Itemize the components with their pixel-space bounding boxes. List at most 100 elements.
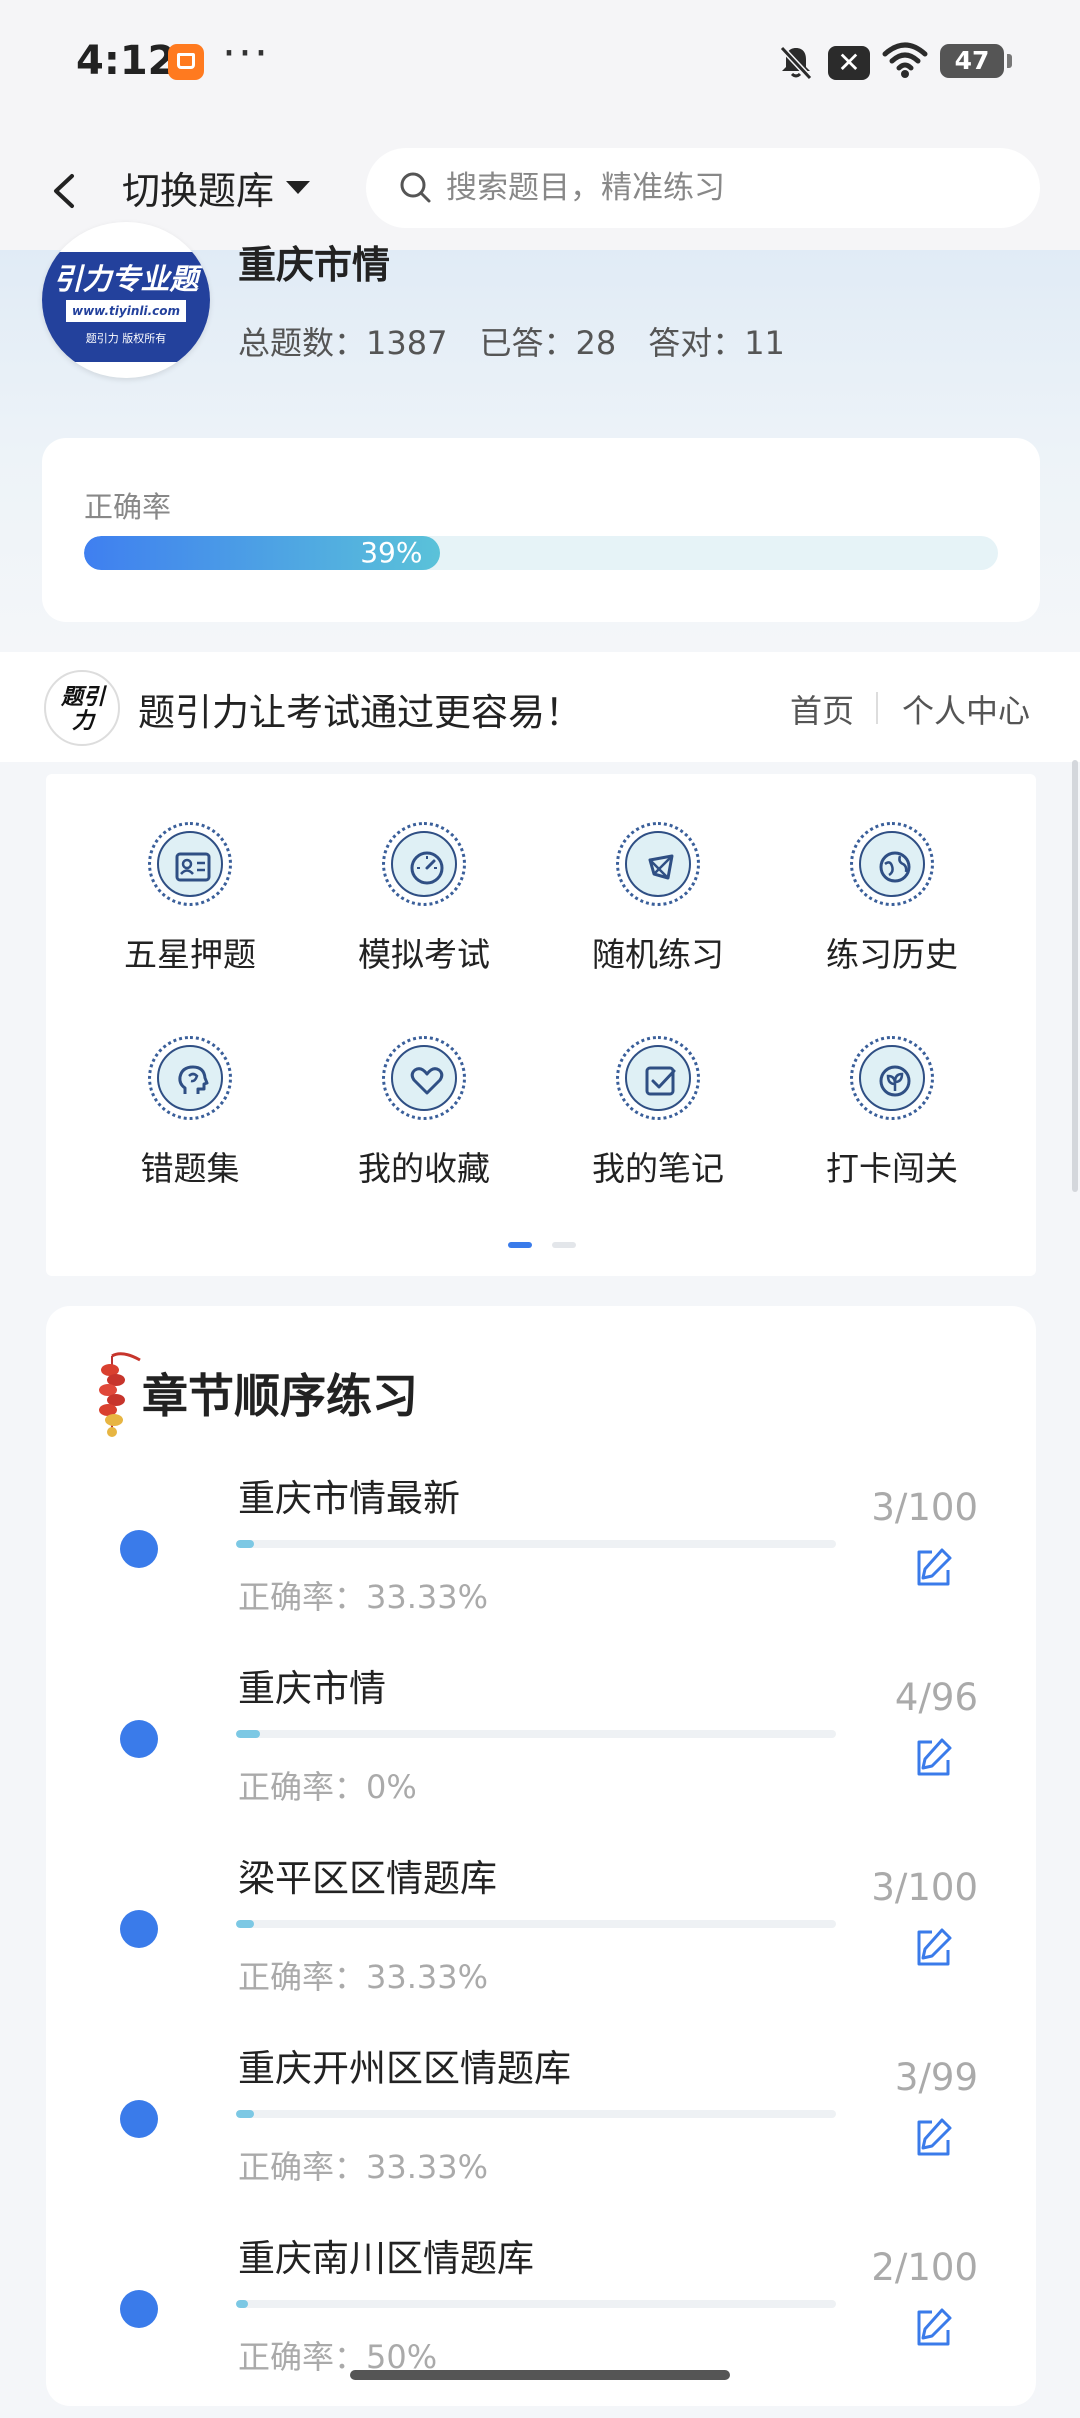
- chapter-count: 3/100: [871, 1486, 978, 1529]
- caret-down-icon: [286, 181, 311, 194]
- edit-icon[interactable]: [912, 2304, 956, 2348]
- bullet-icon: [120, 2100, 158, 2138]
- scrollbar[interactable]: [1072, 760, 1078, 1192]
- correct-count: 答对：11: [648, 324, 785, 362]
- bank-title: 重庆市情: [238, 243, 391, 287]
- feature-wrong-set[interactable]: 错题集: [90, 1036, 290, 1190]
- chapter-practice-section: 章节顺序练习 重庆市情最新 正确率：33.33% 3/100 重庆市情 正确率：…: [46, 1306, 1036, 2406]
- chapter-count: 4/96: [894, 1676, 978, 1719]
- chapter-accuracy: 正确率：33.33%: [238, 1958, 489, 1996]
- switch-bank-label: 切换题库: [122, 169, 275, 213]
- feature-history[interactable]: 练习历史: [792, 822, 992, 976]
- edit-icon[interactable]: [912, 1544, 956, 1588]
- chapter-row[interactable]: 重庆开州区区情题库 正确率：33.33% 3/99: [46, 2038, 1036, 2228]
- chapter-name: 重庆开州区区情题库: [238, 2047, 571, 2090]
- bullet-icon: [120, 1530, 158, 1568]
- chapter-row[interactable]: 重庆市情 正确率：0% 4/96: [46, 1658, 1036, 1848]
- home-indicator[interactable]: [350, 2370, 730, 2380]
- chapter-row[interactable]: 重庆市情最新 正确率：33.33% 3/100: [46, 1468, 1036, 1658]
- leaf-badge-icon: [850, 1036, 934, 1120]
- chapter-row[interactable]: 重庆南川区情题库 正确率：50% 2/100: [46, 2228, 1036, 2418]
- more-notifications-icon: ···: [222, 28, 270, 79]
- feature-label: 打卡闯关: [826, 1149, 958, 1188]
- feature-label: 模拟考试: [358, 935, 490, 974]
- feature-label: 我的笔记: [592, 1149, 724, 1188]
- status-bar: 4:12 ··· ✕ 47: [0, 0, 1080, 126]
- chapter-progress-bar: [236, 1730, 836, 1738]
- wifi-icon: [882, 42, 928, 78]
- chapter-progress-bar: [236, 2110, 836, 2118]
- divider: [876, 692, 878, 724]
- check-note-icon: [616, 1036, 700, 1120]
- chapter-accuracy: 正确率：33.33%: [238, 1578, 489, 1616]
- chapter-progress-fill: [236, 1730, 260, 1738]
- promo-slogan: 题引力让考试通过更容易！: [138, 691, 582, 734]
- answered-count: 已答：28: [479, 324, 617, 362]
- feature-label: 练习历史: [826, 935, 958, 974]
- chapter-accuracy: 正确率：0%: [238, 1768, 417, 1806]
- chapter-accuracy: 正确率：33.33%: [238, 2148, 489, 2186]
- bullet-icon: [120, 2290, 158, 2328]
- total-count: 总题数：1387: [238, 324, 448, 362]
- chapter-name: 重庆南川区情题库: [238, 2237, 534, 2280]
- accuracy-label: 正确率: [84, 490, 172, 524]
- promo-banner: 题引力 题引力让考试通过更容易！ 首页 个人中心: [0, 652, 1080, 762]
- accuracy-progress-fill: 39%: [84, 536, 441, 570]
- bank-stats: 总题数：1387 已答：28 答对：11: [238, 318, 785, 364]
- chapter-progress-fill: [236, 2110, 254, 2118]
- accuracy-percent: 39%: [360, 536, 423, 569]
- feature-grid: 五星押题 模拟考试 随机练习 练习历史 错题集 我的收藏 我的笔记 打卡闯关: [46, 774, 1036, 1276]
- edit-icon[interactable]: [912, 2114, 956, 2158]
- id-card-icon: [148, 822, 232, 906]
- switch-bank-button[interactable]: 切换题库: [122, 160, 311, 215]
- feature-label: 五星押题: [124, 935, 256, 974]
- feature-favorites[interactable]: 我的收藏: [324, 1036, 524, 1190]
- feature-checkin[interactable]: 打卡闯关: [792, 1036, 992, 1190]
- back-arrow-icon[interactable]: [40, 166, 90, 216]
- bullet-icon: [120, 1720, 158, 1758]
- heart-icon: [382, 1036, 466, 1120]
- accuracy-progress-bar: 39%: [84, 536, 998, 570]
- chapter-count: 3/99: [894, 2056, 978, 2099]
- chapter-progress-fill: [236, 2300, 248, 2308]
- globe-icon: [850, 822, 934, 906]
- chapter-name: 重庆市情: [238, 1667, 386, 1710]
- chapter-count: 3/100: [871, 1866, 978, 1909]
- feature-five-star[interactable]: 五星押题: [90, 822, 290, 976]
- feature-notes[interactable]: 我的笔记: [558, 1036, 758, 1190]
- firecracker-icon: [99, 1352, 141, 1437]
- chapter-progress-fill: [236, 1540, 254, 1548]
- chapter-count: 2/100: [871, 2246, 978, 2289]
- feature-label: 错题集: [140, 1149, 240, 1188]
- accuracy-card: 正确率 39%: [42, 438, 1040, 622]
- search-input[interactable]: [446, 170, 1006, 206]
- edit-icon[interactable]: [912, 1924, 956, 1968]
- chapter-name: 重庆市情最新: [238, 1477, 460, 1520]
- close-app-icon: ✕: [828, 46, 870, 80]
- status-time: 4:12: [76, 38, 176, 84]
- personal-center-link[interactable]: 个人中心: [902, 686, 1030, 732]
- battery-indicator: 47: [940, 44, 1012, 78]
- search-bar[interactable]: [366, 148, 1040, 228]
- page-dot: [552, 1242, 576, 1248]
- chapter-progress-fill: [236, 1920, 254, 1928]
- feature-label: 我的收藏: [358, 1149, 490, 1188]
- network-icon: [616, 822, 700, 906]
- speedometer-icon: [382, 822, 466, 906]
- bullet-icon: [120, 1910, 158, 1948]
- page-indicator: [508, 1242, 576, 1248]
- question-bank-logo: 引力专业题 www.tiyinli.com 题引力 版权所有: [42, 222, 210, 378]
- feature-mock-exam[interactable]: 模拟考试: [324, 822, 524, 976]
- bell-off-icon: [779, 45, 813, 81]
- chapter-progress-bar: [236, 2300, 836, 2308]
- feature-label: 随机练习: [592, 935, 724, 974]
- home-link[interactable]: 首页: [790, 686, 854, 732]
- search-icon: [400, 172, 431, 203]
- section-title: 章节顺序练习: [142, 1369, 418, 1423]
- chapter-row[interactable]: 梁平区区情题库 正确率：33.33% 3/100: [46, 1848, 1036, 2038]
- shopping-app-icon: [168, 44, 204, 80]
- head-icon: [148, 1036, 232, 1120]
- brand-logo: 题引力: [44, 670, 120, 746]
- edit-icon[interactable]: [912, 1734, 956, 1778]
- feature-random-practice[interactable]: 随机练习: [558, 822, 758, 976]
